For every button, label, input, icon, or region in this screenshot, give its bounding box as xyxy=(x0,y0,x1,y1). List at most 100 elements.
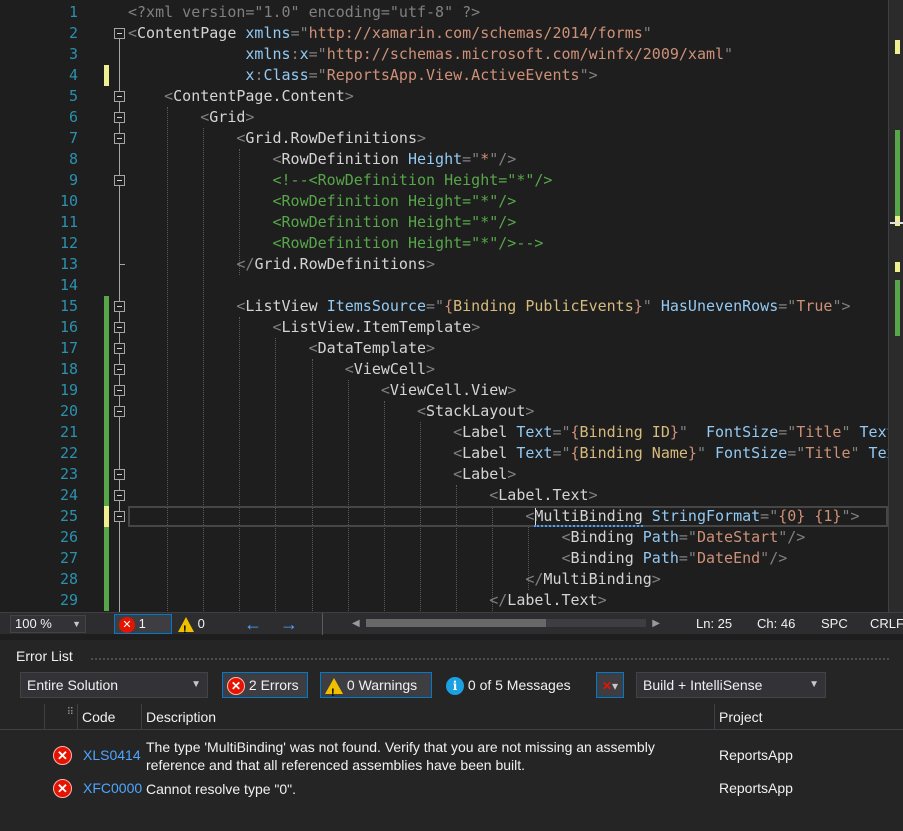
collapse-icon[interactable] xyxy=(114,133,125,144)
code-token: =" xyxy=(678,528,697,546)
warning-count-indicator[interactable]: ! 0 xyxy=(178,613,205,636)
line-ending[interactable]: CRLF xyxy=(870,613,903,635)
code-line[interactable]: <!--<RowDefinition Height="*"/> xyxy=(128,170,552,191)
code-line[interactable]: <Label.Text> xyxy=(128,485,597,506)
code-token: =" xyxy=(787,444,806,462)
horizontal-scrollbar[interactable]: ◀ ▶ xyxy=(350,617,662,631)
collapse-icon[interactable] xyxy=(114,322,125,333)
collapse-icon[interactable] xyxy=(114,511,125,522)
scrollbar-marker xyxy=(895,216,900,226)
collapse-icon[interactable] xyxy=(114,385,125,396)
panel-title[interactable]: Error List xyxy=(16,648,73,664)
code-line[interactable]: <?xml version="1.0" encoding="utf-8" ?> xyxy=(128,2,480,23)
collapse-icon[interactable] xyxy=(114,301,125,312)
collapse-icon[interactable] xyxy=(114,490,125,501)
code-token: http://schemas.microsoft.com/winfx/2009/… xyxy=(326,45,725,63)
change-indicator xyxy=(104,401,109,422)
code-line[interactable]: <Label Text="{Binding Name}" FontSize="T… xyxy=(128,443,888,464)
code-line[interactable]: <ViewCell> xyxy=(128,359,435,380)
code-line[interactable]: <Binding Path="DateStart"/> xyxy=(128,527,805,548)
code-line[interactable]: xmlns:x="http://schemas.microsoft.com/wi… xyxy=(128,44,733,65)
code-line[interactable]: <StackLayout> xyxy=(128,401,534,422)
code-line[interactable]: </Label.Text> xyxy=(128,590,606,611)
collapse-icon[interactable] xyxy=(114,175,125,186)
code-line[interactable]: </Grid.RowDefinitions> xyxy=(128,254,435,275)
collapse-icon[interactable] xyxy=(114,112,125,123)
code-line[interactable]: </MultiBinding> xyxy=(128,569,661,590)
collapse-icon[interactable] xyxy=(114,343,125,354)
code-token: Label.Text xyxy=(498,486,589,504)
panel-grip[interactable] xyxy=(90,657,890,661)
code-token: =" xyxy=(308,45,327,63)
code-token: > xyxy=(507,381,517,399)
cursor-line[interactable]: Ln: 25 xyxy=(696,613,732,635)
collapse-icon[interactable] xyxy=(114,406,125,417)
scroll-right-icon[interactable]: ▶ xyxy=(652,613,660,635)
code-line[interactable]: <RowDefinition Height="*"/> xyxy=(128,191,516,212)
code-token: ListView.ItemTemplate xyxy=(281,318,472,336)
error-row[interactable]: ✕ XFC0000 Cannot resolve type "0". Repor… xyxy=(0,776,903,800)
navigate-back-icon[interactable]: ← xyxy=(244,613,262,635)
code-line[interactable]: <Grid.RowDefinitions> xyxy=(128,128,426,149)
cursor-column[interactable]: Ch: 46 xyxy=(757,613,795,635)
code-token: Title xyxy=(805,444,851,462)
error-code-link[interactable]: XLS0414 xyxy=(83,747,141,763)
messages-filter-label: 0 of 5 Messages xyxy=(467,677,571,693)
collapse-icon[interactable] xyxy=(114,28,125,39)
code-token: : xyxy=(290,45,300,63)
column-header-project[interactable]: Project xyxy=(714,704,903,730)
error-row[interactable]: ✕ XLS0414 The type 'MultiBinding' was no… xyxy=(0,736,903,776)
indent-mode[interactable]: SPC xyxy=(821,613,848,635)
code-token: > xyxy=(471,318,481,336)
collapse-icon[interactable] xyxy=(114,91,125,102)
code-token: =" xyxy=(552,444,571,462)
warnings-filter-button[interactable]: ! 0 Warnings xyxy=(320,672,432,699)
code-token: </ xyxy=(128,591,508,609)
editor-text-area[interactable]: 1 <?xml version="1.0" encoding="utf-8" ?>… xyxy=(0,0,888,612)
code-line[interactable]: x:Class="ReportsApp.View.ActiveEvents"> xyxy=(128,65,597,86)
scrollbar-marker xyxy=(895,280,900,336)
code-line[interactable]: <ContentPage.Content> xyxy=(128,86,354,107)
zoom-select[interactable]: 100 % ▼ xyxy=(10,615,86,633)
column-header-code[interactable]: Code xyxy=(77,704,141,730)
code-line[interactable]: <RowDefinition Height="*"/>--> xyxy=(128,233,543,254)
code-line[interactable]: <MultiBinding StringFormat="{0} {1}"> xyxy=(128,506,860,527)
code-line[interactable]: <Binding Path="DateEnd"/> xyxy=(128,548,787,569)
code-line[interactable]: <Grid> xyxy=(128,107,254,128)
code-line[interactable]: <DataTemplate> xyxy=(128,338,435,359)
code-line[interactable]: <Label Text="{Binding ID}" FontSize="Tit… xyxy=(128,422,888,443)
code-token: " xyxy=(724,45,734,63)
vertical-scrollbar[interactable] xyxy=(888,0,903,612)
source-dropdown[interactable]: Build + IntelliSense ▼ xyxy=(636,672,826,698)
scrollbar-thumb[interactable] xyxy=(366,619,546,627)
code-line[interactable]: <ViewCell.View> xyxy=(128,380,516,401)
line-number: 25 xyxy=(59,507,78,525)
code-line[interactable]: <RowDefinition Height="*"/> xyxy=(128,149,516,170)
code-line[interactable]: <ListView.ItemTemplate> xyxy=(128,317,480,338)
collapse-icon[interactable] xyxy=(114,469,125,480)
code-token: ItemsSource xyxy=(326,297,427,315)
navigate-forward-icon[interactable]: → xyxy=(280,613,298,635)
code-token: Label.Text xyxy=(507,591,598,609)
collapse-icon[interactable] xyxy=(114,364,125,375)
code-editor[interactable]: 1 <?xml version="1.0" encoding="utf-8" ?>… xyxy=(0,0,903,612)
column-header-description[interactable]: Description xyxy=(141,704,714,730)
code-token: "> xyxy=(841,507,860,525)
scroll-left-icon[interactable]: ◀ xyxy=(352,613,360,635)
messages-filter-button[interactable]: i 0 of 5 Messages xyxy=(441,672,587,698)
code-line[interactable]: <ListView ItemsSource="{Binding PublicEv… xyxy=(128,296,850,317)
scope-dropdown[interactable]: Entire Solution ▼ xyxy=(20,672,208,698)
line-number: 13 xyxy=(59,255,78,273)
column-header-icon[interactable]: ⠿ xyxy=(44,704,77,730)
errors-filter-button[interactable]: ✕ 2 Errors xyxy=(222,672,308,698)
code-token: FontSize xyxy=(705,423,779,441)
code-line[interactable]: <RowDefinition Height="*"/> xyxy=(128,212,516,233)
code-line[interactable]: <ContentPage xmlns="http://xamarin.com/s… xyxy=(128,23,652,44)
code-line[interactable]: <Label> xyxy=(128,464,516,485)
error-count-indicator[interactable]: ✕ 1 xyxy=(114,614,172,634)
error-code-link[interactable]: XFC0000 xyxy=(83,780,142,796)
filter-toggle-button[interactable]: ✕▾ xyxy=(596,672,624,698)
line-number: 22 xyxy=(59,444,78,462)
code-token: > xyxy=(651,570,661,588)
warning-count: 0 xyxy=(197,616,205,631)
